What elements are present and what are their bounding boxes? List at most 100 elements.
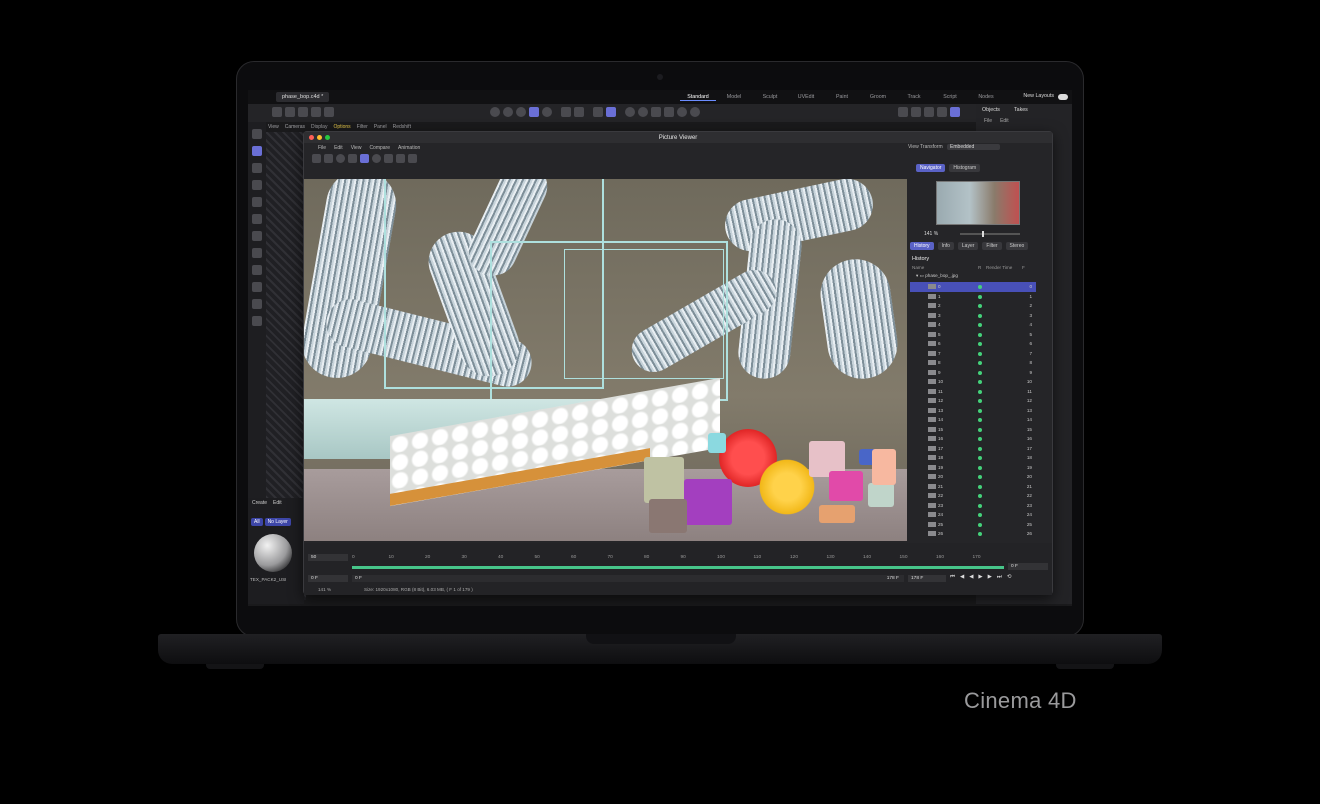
compare-b-icon[interactable] [396, 154, 405, 163]
tab-histogram[interactable]: Histogram [949, 164, 981, 172]
tab-info[interactable]: Info [937, 242, 954, 250]
objects-menu-edit[interactable]: Edit [1000, 118, 1009, 124]
brush-icon[interactable] [252, 265, 262, 275]
axis-y-icon[interactable] [298, 107, 308, 117]
history-row[interactable]: 10 10 [910, 377, 1036, 387]
filter-no-layer-button[interactable]: No Layer [264, 518, 291, 526]
history-row[interactable]: 88 [910, 358, 1036, 368]
redshift-icon[interactable] [950, 107, 960, 117]
pv-menu-file[interactable]: File [318, 145, 326, 151]
menu-display[interactable]: Display [311, 124, 327, 130]
workplane-icon[interactable] [574, 107, 584, 117]
play-icon[interactable]: ▶ [978, 574, 982, 581]
open-icon[interactable] [312, 154, 321, 163]
frame-range-start[interactable]: 0 F [352, 575, 904, 582]
start-frame-field[interactable]: 50 [308, 554, 348, 561]
history-row[interactable]: 24 24 [910, 510, 1036, 520]
render-region-icon[interactable] [503, 107, 513, 117]
grid-active-icon[interactable] [606, 107, 616, 117]
history-row[interactable]: 14 14 [910, 415, 1036, 425]
menu-cameras[interactable]: Cameras [285, 124, 305, 130]
fit-icon[interactable] [360, 154, 369, 163]
history-row[interactable]: 11 11 [910, 387, 1036, 397]
tab-history[interactable]: History [910, 242, 934, 250]
tab-takes[interactable]: Takes [1014, 107, 1028, 113]
menu-view[interactable]: View [268, 124, 279, 130]
layout-tab-paint[interactable]: Paint [824, 94, 860, 100]
save-icon[interactable] [324, 154, 333, 163]
tab-stereo[interactable]: Stereo [1005, 242, 1029, 250]
menu-options[interactable]: Options [333, 124, 350, 130]
tag-icon[interactable] [898, 107, 908, 117]
layout-tab-sculpt[interactable]: Sculpt [752, 94, 788, 100]
history-row[interactable]: 17 17 [910, 444, 1036, 454]
timeline-ruler[interactable]: 0 10 20 30 40 50 60 70 80 90 100 110 120 130 140 150 160… [352, 555, 1012, 562]
end-frame-field[interactable]: 178 F [908, 575, 946, 582]
history-row[interactable]: 22 22 [910, 491, 1036, 501]
history-row[interactable]: 13 13 [910, 406, 1036, 416]
history-row[interactable]: 77 [910, 349, 1036, 359]
grid-icon[interactable] [593, 107, 603, 117]
history-row[interactable]: 33 [910, 311, 1036, 321]
search-icon[interactable] [252, 129, 262, 139]
history-row[interactable]: 16 16 [910, 434, 1036, 444]
history-row[interactable]: 18 18 [910, 453, 1036, 463]
paint-icon[interactable] [252, 282, 262, 292]
knife-icon[interactable] [252, 299, 262, 309]
history-row[interactable]: 55 [910, 330, 1036, 340]
history-folder[interactable]: ▾ ▭ phase_bop_.jpg [916, 273, 958, 279]
generator-icon[interactable] [664, 107, 674, 117]
menu-filter[interactable]: Filter [357, 124, 368, 130]
tab-navigator[interactable]: Navigator [916, 164, 946, 172]
current-frame-field-right[interactable]: 0 F [1008, 563, 1048, 570]
history-row[interactable]: 66 [910, 339, 1036, 349]
tab-filter[interactable]: Filter [982, 242, 1002, 250]
zoom-window-icon[interactable] [325, 135, 330, 140]
objects-menu-file[interactable]: File [984, 118, 992, 124]
history-row[interactable]: 22 [910, 301, 1036, 311]
menu-panel[interactable]: Panel [374, 124, 387, 130]
render-icon[interactable] [490, 107, 500, 117]
next-frame-icon[interactable]: ▶︎ [988, 574, 992, 581]
channel-icon[interactable] [372, 154, 381, 163]
layout-tab-track[interactable]: Track [896, 94, 932, 100]
history-row[interactable]: 15 15 [910, 425, 1036, 435]
material-preview[interactable] [254, 534, 292, 572]
stop-render-icon[interactable] [336, 154, 345, 163]
deformer-icon[interactable] [677, 107, 687, 117]
cube-icon[interactable] [625, 107, 635, 117]
layout-tab-script[interactable]: Script [932, 94, 968, 100]
layout-tab-standard[interactable]: Standard [680, 94, 716, 101]
menu-redshift[interactable]: Redshift [393, 124, 411, 130]
tab-objects[interactable]: Objects [982, 107, 1000, 113]
render-image[interactable] [304, 179, 907, 541]
axis-x-icon[interactable] [285, 107, 295, 117]
new-layouts-toggle[interactable] [1058, 94, 1068, 100]
frame-field[interactable]: 0 F [308, 575, 348, 582]
history-row[interactable]: 26 26 [910, 529, 1036, 539]
document-tab[interactable]: phase_bop.c4d * [276, 92, 330, 102]
tab-layer[interactable]: Layer [957, 242, 979, 250]
layout-tab-groom[interactable]: Groom [860, 94, 896, 100]
last-frame-icon[interactable]: ⏭ [997, 574, 1002, 581]
layout-tab-model[interactable]: Model [716, 94, 752, 100]
close-icon[interactable] [309, 135, 314, 140]
history-row[interactable]: 44 [910, 320, 1036, 330]
material-menu-create[interactable]: Create [252, 500, 267, 506]
swap-icon[interactable] [408, 154, 417, 163]
live-select-icon[interactable] [252, 163, 262, 173]
timeline-track[interactable] [352, 566, 1004, 569]
first-frame-icon[interactable]: ⏮ [950, 574, 955, 581]
spline-icon[interactable] [651, 107, 661, 117]
layout-tab-uvedit[interactable]: UVEdit [788, 94, 824, 100]
render-queue-icon[interactable] [937, 107, 947, 117]
history-row[interactable]: 12 12 [910, 396, 1036, 406]
history-row[interactable]: 23 23 [910, 501, 1036, 511]
move-icon[interactable] [252, 180, 262, 190]
render-view-icon[interactable] [516, 107, 526, 117]
layout-tab-nodes[interactable]: Nodes [968, 94, 1004, 100]
prev-frame-icon[interactable]: ◀︎ [960, 574, 964, 581]
layer-icon[interactable] [911, 107, 921, 117]
material-menu-edit[interactable]: Edit [273, 500, 282, 506]
minimize-icon[interactable] [317, 135, 322, 140]
